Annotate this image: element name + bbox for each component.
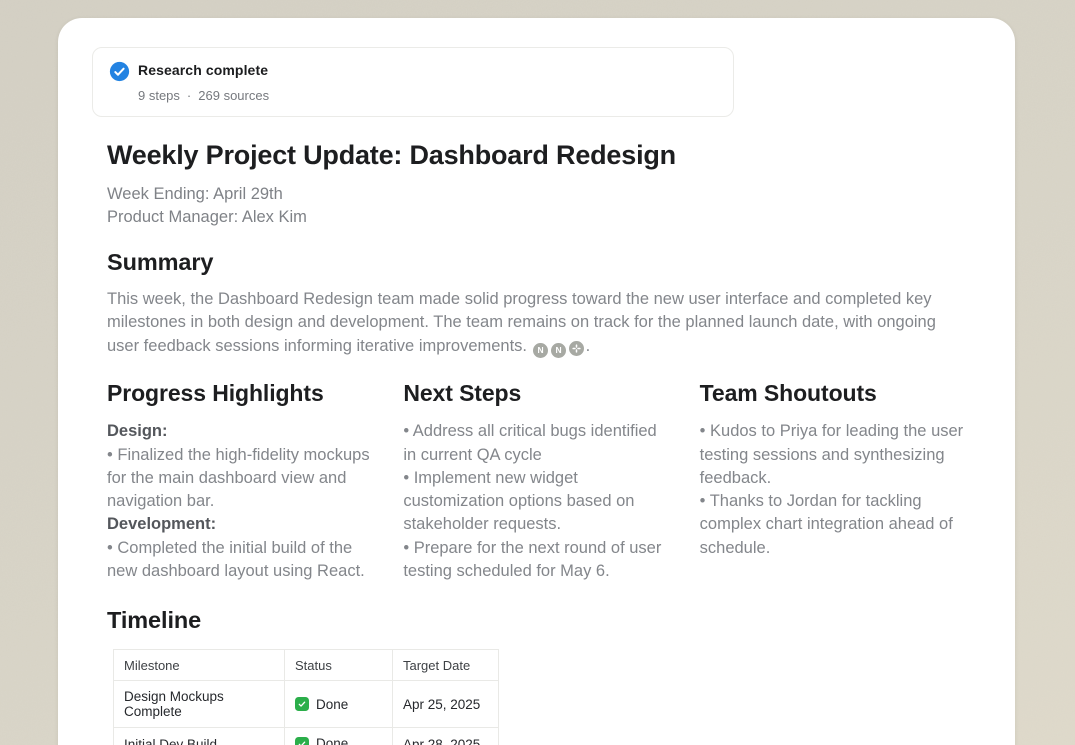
target-date-cell: Apr 28, 2025 bbox=[393, 728, 499, 745]
summary-text: This week, the Dashboard Redesign team m… bbox=[107, 290, 936, 355]
section-bullet: • Thanks to Jordan for tackling complex … bbox=[700, 490, 966, 560]
target-date-cell: Apr 25, 2025 bbox=[393, 681, 499, 728]
dot-separator: · bbox=[187, 88, 191, 103]
timeline-table: Milestone Status Target Date Design Mock… bbox=[113, 649, 499, 745]
milestone-cell: Initial Dev Build bbox=[114, 728, 285, 745]
summary-heading: Summary bbox=[107, 248, 966, 276]
next-steps-column: Next Steps • Address all critical bugs i… bbox=[403, 380, 669, 583]
sources-count: 269 sources bbox=[198, 88, 269, 103]
document-meta: Week Ending: April 29th Product Manager:… bbox=[107, 183, 966, 229]
table-row: Initial Dev Build Done Apr 28, 2025 bbox=[114, 728, 499, 745]
team-shoutouts-column: Team Shoutouts • Kudos to Priya for lead… bbox=[700, 380, 966, 583]
status-cell: Done bbox=[285, 681, 393, 728]
next-steps-heading: Next Steps bbox=[403, 380, 669, 407]
status-label: Done bbox=[316, 697, 348, 712]
timeline-heading: Timeline bbox=[107, 606, 966, 634]
column-header-milestone: Milestone bbox=[114, 650, 285, 681]
done-check-icon bbox=[295, 697, 309, 711]
document-card: Research complete 9 steps · 269 sources … bbox=[58, 18, 1015, 745]
status-label: Done bbox=[316, 736, 348, 745]
notion-citation-icon[interactable]: N bbox=[533, 343, 548, 358]
document-body: Weekly Project Update: Dashboard Redesig… bbox=[107, 139, 966, 745]
milestone-cell: Design Mockups Complete bbox=[114, 681, 285, 728]
progress-highlights-column: Progress Highlights Design: • Finalized … bbox=[107, 380, 373, 583]
section-bullet: • Kudos to Priya for leading the user te… bbox=[700, 420, 966, 490]
table-header-row: Milestone Status Target Date bbox=[114, 650, 499, 681]
table-row: Design Mockups Complete Done Apr 25, 202… bbox=[114, 681, 499, 728]
product-manager-line: Product Manager: Alex Kim bbox=[107, 206, 966, 229]
research-banner-title: Research complete bbox=[138, 62, 269, 79]
team-shoutouts-heading: Team Shoutouts bbox=[700, 380, 966, 407]
section-bullet: • Finalized the high-fidelity mockups fo… bbox=[107, 444, 373, 514]
slack-citation-icon[interactable] bbox=[569, 341, 584, 356]
notion-citation-icon[interactable]: N bbox=[551, 343, 566, 358]
section-bullet: • Prepare for the next round of user tes… bbox=[403, 537, 669, 584]
summary-paragraph: This week, the Dashboard Redesign team m… bbox=[107, 288, 966, 358]
research-complete-check-icon bbox=[109, 61, 130, 82]
section-bullet: • Address all critical bugs identified i… bbox=[403, 420, 669, 467]
research-banner-meta: 9 steps · 269 sources bbox=[138, 88, 269, 103]
section-bullet: • Completed the initial build of the new… bbox=[107, 537, 373, 584]
page-title: Weekly Project Update: Dashboard Redesig… bbox=[107, 139, 966, 171]
week-ending-line: Week Ending: April 29th bbox=[107, 183, 966, 206]
steps-count: 9 steps bbox=[138, 88, 180, 103]
section-bullet: • Implement new widget customization opt… bbox=[403, 467, 669, 537]
summary-suffix: . bbox=[586, 337, 591, 355]
done-check-icon bbox=[295, 737, 309, 745]
three-column-section: Progress Highlights Design: • Finalized … bbox=[107, 380, 966, 583]
progress-highlights-heading: Progress Highlights bbox=[107, 380, 373, 407]
column-header-target-date: Target Date bbox=[393, 650, 499, 681]
section-label: Design: bbox=[107, 420, 373, 443]
section-label: Development: bbox=[107, 513, 373, 536]
column-header-status: Status bbox=[285, 650, 393, 681]
status-cell: Done bbox=[285, 728, 393, 745]
research-status-banner[interactable]: Research complete 9 steps · 269 sources bbox=[92, 47, 734, 117]
